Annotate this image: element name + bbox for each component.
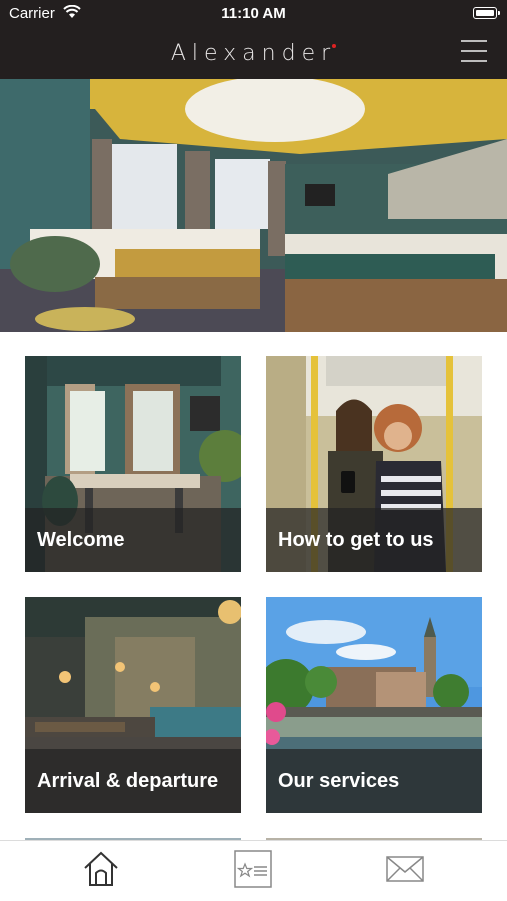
- hero-image-hotel-room: [0, 79, 507, 332]
- status-bar: Carrier 11:10 AM: [0, 0, 507, 28]
- info-card-icon: [234, 850, 272, 888]
- tile-welcome[interactable]: Welcome: [25, 356, 241, 572]
- tile-caption: Arrival & departure: [25, 749, 241, 813]
- mail-icon: [386, 856, 424, 882]
- tile-caption: Our services: [266, 749, 482, 813]
- tile-how-to-get-to-us[interactable]: How to get to us: [266, 356, 482, 572]
- hamburger-menu-icon[interactable]: [461, 40, 487, 64]
- tile-caption: How to get to us: [266, 508, 482, 572]
- tab-home[interactable]: [76, 849, 126, 893]
- tile-label-how-to-get-to-us: How to get to us: [278, 529, 434, 551]
- tile-arrival-departure[interactable]: Arrival & departure: [25, 597, 241, 813]
- brand-name: Alexander: [170, 41, 337, 66]
- tile-label-our-services: Our services: [278, 770, 400, 792]
- tile-caption: Welcome: [25, 508, 241, 572]
- tile-label-arrival-departure: Arrival & departure: [37, 770, 219, 792]
- tab-bar: [0, 840, 507, 901]
- brand-logo: Alexander: [0, 41, 507, 66]
- battery-icon: [473, 7, 500, 19]
- tab-info[interactable]: [228, 849, 278, 893]
- tab-contact[interactable]: [380, 849, 430, 893]
- tile-label-welcome: Welcome: [37, 529, 125, 551]
- home-icon: [84, 851, 118, 886]
- clock: 11:10 AM: [221, 5, 286, 22]
- nav-bar: Alexander: [0, 28, 507, 79]
- tile-our-services[interactable]: Our services: [266, 597, 482, 813]
